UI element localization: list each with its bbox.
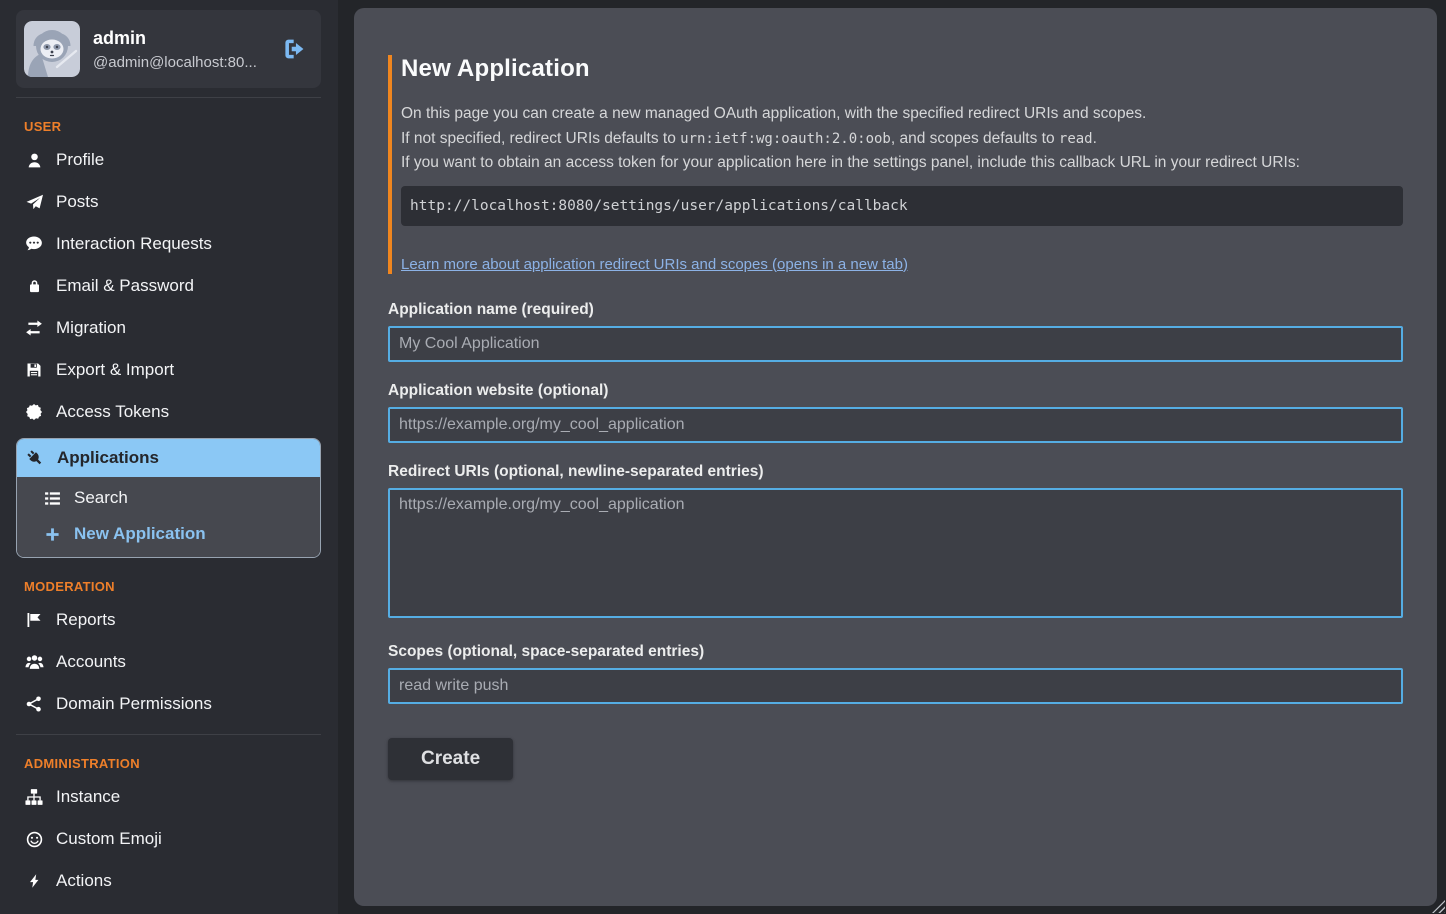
sidebar-item-instance[interactable]: Instance [16,776,321,818]
sidebar-item-label: Posts [56,192,99,212]
floppy-disk-icon [24,362,44,378]
learn-more-link[interactable]: Learn more about application redirect UR… [401,256,908,273]
seal-icon [24,404,44,420]
sidebar-item-access-tokens[interactable]: Access Tokens [16,391,321,433]
sidebar-item-label: Search [74,488,128,508]
new-application-panel: New Application On this page you can cre… [354,8,1437,906]
user-meta: admin @admin@localhost:80... [93,28,257,71]
intro-line-2: If not specified, redirect URIs defaults… [401,127,1403,152]
intro-line-1: On this page you can create a new manage… [401,102,1403,127]
list-icon [42,490,62,507]
sidebar-item-custom-emoji[interactable]: Custom Emoji [16,818,321,860]
applications-group: Applications Search New Application [16,438,321,558]
comment-dots-icon [24,235,44,253]
sidebar: admin @admin@localhost:80... USER Profil… [0,0,338,914]
scopes-field: Scopes (optional, space-separated entrie… [388,643,1403,704]
bolt-icon [24,873,44,889]
section-header-administration: ADMINISTRATION [24,756,321,771]
sidebar-divider [16,734,321,735]
lock-icon [24,278,44,294]
user-card: admin @admin@localhost:80... [16,10,321,88]
application-website-input[interactable] [388,407,1403,443]
sidebar-item-label: Custom Emoji [56,829,162,849]
redirect-uris-label: Redirect URIs (optional, newline-separat… [388,463,1403,481]
sidebar-item-label: Accounts [56,652,126,672]
sidebar-item-actions[interactable]: Actions [16,860,321,902]
sidebar-item-new-application[interactable]: New Application [17,516,320,552]
create-button[interactable]: Create [388,738,513,780]
intro-text: On this page you can create a new manage… [401,102,1403,176]
sidebar-item-accounts[interactable]: Accounts [16,641,321,683]
sidebar-item-reports[interactable]: Reports [16,599,321,641]
sidebar-item-label: Applications [57,448,159,468]
logout-icon[interactable] [281,36,307,62]
redirect-uris-field: Redirect URIs (optional, newline-separat… [388,463,1403,623]
users-icon [24,653,44,672]
sidebar-item-label: New Application [74,524,206,544]
user-handle: @admin@localhost:80... [93,54,257,71]
sidebar-item-search[interactable]: Search [17,480,320,516]
user-icon [24,152,44,169]
section-header-moderation: MODERATION [24,579,321,594]
sidebar-item-label: Profile [56,150,104,170]
sidebar-item-label: Reports [56,610,116,630]
inline-code-oob: urn:ietf:wg:oauth:2.0:oob [680,131,891,147]
sidebar-item-label: Email & Password [56,276,194,296]
plus-icon [42,527,62,542]
page-intro-section: New Application On this page you can cre… [388,55,1403,274]
sidebar-item-label: Interaction Requests [56,234,212,254]
sidebar-item-label: Actions [56,871,112,891]
application-name-label: Application name (required) [388,301,1403,319]
avatar [24,21,80,77]
sidebar-item-profile[interactable]: Profile [16,139,321,181]
sitemap-icon [24,788,44,806]
callback-url-codeblock: http://localhost:8080/settings/user/appl… [401,186,1403,226]
application-website-field: Application website (optional) [388,382,1403,443]
sidebar-item-label: Instance [56,787,120,807]
share-nodes-icon [24,696,44,712]
sidebar-item-applications[interactable]: Applications [17,439,320,477]
sidebar-item-posts[interactable]: Posts [16,181,321,223]
sidebar-item-label: Access Tokens [56,402,169,422]
user-name: admin [93,28,257,49]
scopes-input[interactable] [388,668,1403,704]
smiley-icon [24,831,44,848]
scopes-label: Scopes (optional, space-separated entrie… [388,643,1403,661]
sidebar-divider [16,97,321,98]
sidebar-item-email-password[interactable]: Email & Password [16,265,321,307]
sidebar-item-label: Export & Import [56,360,174,380]
inline-code-read: read [1059,131,1093,147]
sidebar-item-label: Domain Permissions [56,694,212,714]
application-name-field: Application name (required) [388,301,1403,362]
application-website-label: Application website (optional) [388,382,1403,400]
page-title: New Application [401,55,1403,83]
transfer-arrows-icon [24,319,44,337]
plug-icon [25,449,45,467]
intro-line-3: If you want to obtain an access token fo… [401,151,1403,176]
callback-url: http://localhost:8080/settings/user/appl… [410,198,908,214]
sidebar-item-migration[interactable]: Migration [16,307,321,349]
paper-plane-icon [24,194,44,211]
main-area: New Application On this page you can cre… [338,0,1446,914]
application-name-input[interactable] [388,326,1403,362]
flag-icon [24,612,44,628]
redirect-uris-textarea[interactable] [388,488,1403,618]
sidebar-item-label: Migration [56,318,126,338]
new-application-form: Application name (required) Application … [388,301,1403,780]
applications-subnav: Search New Application [17,477,320,557]
sidebar-item-interaction-requests[interactable]: Interaction Requests [16,223,321,265]
section-header-user: USER [24,119,321,134]
sidebar-item-export-import[interactable]: Export & Import [16,349,321,391]
sidebar-item-domain-permissions[interactable]: Domain Permissions [16,683,321,725]
